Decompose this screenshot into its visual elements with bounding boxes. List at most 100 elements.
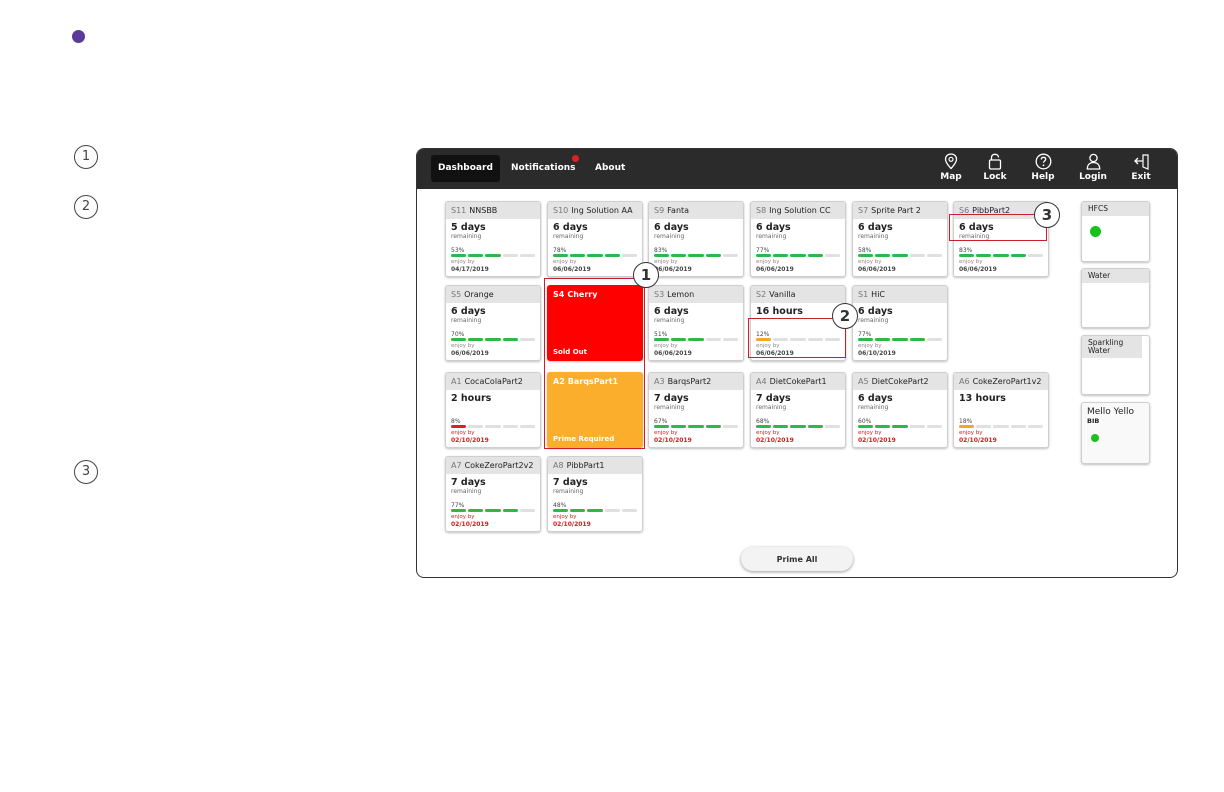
level-segment [959, 425, 975, 428]
level-segment [519, 509, 536, 512]
enjoy-by-label: enjoy by [553, 259, 577, 265]
card-a4[interactable]: A4 DietCokePart1 7 days remaining 68% enjoy b… [750, 372, 846, 448]
enjoy-by-date: 02/10/2019 [756, 437, 794, 444]
enjoy-by-label: enjoy by [858, 430, 882, 436]
map-button[interactable]: Map [931, 153, 971, 182]
enjoy-by-label: enjoy by [654, 259, 678, 265]
level-percent: 77% [451, 502, 465, 509]
level-segment [705, 254, 721, 257]
prime-all-button[interactable]: Prime All [741, 547, 853, 571]
card-s8[interactable]: S8 Ing Solution CC 6 days remaining 77% enjoy… [750, 201, 846, 277]
card-s7[interactable]: S7 Sprite Part 2 6 days remaining 58% enjoy b… [852, 201, 948, 277]
flavor-name: CokeZeroPart2v2 [464, 461, 534, 470]
level-bar [451, 338, 536, 341]
level-segment [485, 254, 501, 257]
side-marker-1: 1 [74, 145, 98, 169]
level-percent: 70% [451, 331, 465, 338]
sparkling-water-label: Sparkling Water [1082, 336, 1142, 358]
card-s5[interactable]: S5 Orange 6 days remaining 70% enjoy by 06/06/… [445, 285, 541, 361]
enjoy-by-label: enjoy by [451, 514, 475, 520]
card-s9[interactable]: S9 Fanta 6 days remaining 83% enjoy by 06/06/2… [648, 201, 744, 277]
help-button[interactable]: Help [1023, 153, 1063, 182]
level-bar [553, 509, 638, 512]
callout-2: 2 [832, 303, 858, 329]
level-segment [807, 425, 823, 428]
water-card[interactable]: Water [1081, 268, 1150, 328]
tab-about[interactable]: About [588, 155, 632, 182]
enjoy-by-date: 06/06/2019 [858, 266, 896, 273]
login-button[interactable]: Login [1073, 153, 1113, 182]
level-segment [688, 254, 704, 257]
level-segment [773, 425, 789, 428]
level-segment [519, 425, 536, 428]
hfcs-card[interactable]: HFCS [1081, 201, 1150, 262]
level-bar [756, 254, 841, 257]
level-segment [604, 509, 620, 512]
slot-id: A4 [756, 377, 767, 386]
tab-dashboard[interactable]: Dashboard [431, 155, 500, 182]
card-a7[interactable]: A7 CokeZeroPart2v2 7 days remaining 77% enjoy… [445, 456, 541, 532]
card-s10[interactable]: S10 Ing Solution AA 6 days remaining 78% enjo… [547, 201, 643, 277]
level-segment [858, 338, 874, 341]
level-segment [519, 338, 536, 341]
level-segment [959, 254, 975, 257]
level-segment [570, 254, 586, 257]
level-percent: 60% [858, 418, 872, 425]
time-remaining: 7 days [451, 477, 486, 488]
help-icon [1035, 153, 1051, 170]
level-segment [858, 254, 874, 257]
card-a5[interactable]: A5 DietCokePart2 6 days remaining 60% enjoy b… [852, 372, 948, 448]
level-segment [705, 425, 721, 428]
card-s11[interactable]: S11 NNSBB 5 days remaining 53% enjoy by 04/17/… [445, 201, 541, 277]
card-a8[interactable]: A8 PibbPart1 7 days remaining 48% enjoy by 02/… [547, 456, 643, 532]
card-s1[interactable]: S1 HiC 6 days remaining 77% enjoy by 06/10/201… [852, 285, 948, 361]
level-bar [654, 338, 739, 341]
level-segment [604, 254, 620, 257]
hfcs-label: HFCS [1082, 202, 1149, 216]
lock-button[interactable]: Lock [975, 153, 1015, 182]
level-bar [451, 509, 536, 512]
mello-yello-status-dot [1091, 434, 1099, 442]
flavor-name: Lemon [667, 290, 695, 299]
level-percent: 18% [959, 418, 973, 425]
exit-icon [1133, 154, 1149, 170]
enjoy-by-label: enjoy by [858, 343, 882, 349]
slot-id: S8 [756, 206, 767, 215]
sparkling-water-card[interactable]: Sparkling Water [1081, 335, 1150, 395]
level-bar [654, 425, 739, 428]
card-a1[interactable]: A1 CocaColaPart2 2 hours 8% enjoy by 02/10/20… [445, 372, 541, 448]
card-a6[interactable]: A6 CokeZeroPart1v2 13 hours 18% enjoy by 02/1… [953, 372, 1049, 448]
slot-id: A6 [959, 377, 970, 386]
time-remaining: 6 days [451, 306, 486, 317]
flavor-name: BarqsPart2 [667, 377, 712, 386]
map-label: Map [940, 172, 962, 182]
water-label: Water [1082, 269, 1149, 283]
enjoy-by-date: 02/10/2019 [959, 437, 997, 444]
level-segment [756, 425, 772, 428]
card-header: A8 PibbPart1 [548, 457, 642, 474]
enjoy-by-date: 06/06/2019 [553, 266, 591, 273]
card-header: A6 CokeZeroPart1v2 [954, 373, 1048, 390]
level-segment [451, 338, 467, 341]
level-segment [790, 254, 806, 257]
level-percent: 83% [654, 247, 668, 254]
card-header: S10 Ing Solution AA [548, 202, 642, 219]
tab-notifications[interactable]: Notifications [504, 155, 583, 182]
exit-button[interactable]: Exit [1121, 153, 1161, 182]
time-remaining: 16 hours [756, 306, 803, 317]
slot-id: A5 [858, 377, 869, 386]
remaining-label: remaining [553, 233, 584, 240]
enjoy-by-date: 02/10/2019 [654, 437, 692, 444]
flavor-name: NNSBB [469, 206, 498, 215]
side-marker-3: 3 [74, 460, 98, 484]
mello-yello-card[interactable]: Mello Yello BIB [1081, 402, 1150, 464]
card-s3[interactable]: S3 Lemon 6 days remaining 51% enjoy by 06/06/2… [648, 285, 744, 361]
slot-id: S5 [451, 290, 462, 299]
level-segment [790, 425, 806, 428]
remaining-label: remaining [451, 317, 482, 324]
enjoy-by-label: enjoy by [451, 343, 475, 349]
purple-bullet-icon [72, 30, 85, 43]
flavor-name: HiC [871, 290, 885, 299]
card-a3[interactable]: A3 BarqsPart2 7 days remaining 67% enjoy by 02… [648, 372, 744, 448]
card-header: S5 Orange [446, 286, 540, 303]
